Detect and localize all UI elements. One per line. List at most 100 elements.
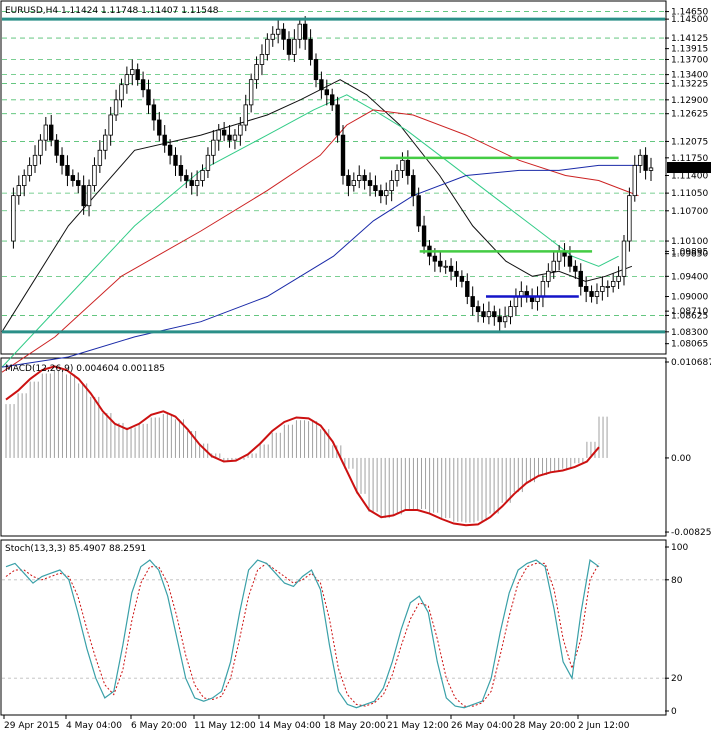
macd-tick-label: 0.010687 bbox=[671, 358, 711, 368]
candle-body bbox=[157, 119, 162, 136]
candle-body bbox=[173, 154, 178, 166]
candle-body bbox=[43, 124, 49, 141]
candle-body bbox=[459, 275, 465, 282]
stoch-axis: 100 80 20 0 bbox=[665, 543, 688, 717]
candle-body bbox=[76, 180, 81, 186]
candle-body bbox=[146, 89, 151, 106]
candle-body bbox=[346, 175, 351, 186]
eurusd-chart: 1.146501.145001.141251.139151.137001.134… bbox=[0, 0, 711, 731]
price-tick-label: 1.10100 bbox=[671, 237, 708, 247]
candle-body bbox=[546, 270, 551, 282]
candle-body bbox=[248, 79, 254, 106]
candle-body bbox=[605, 286, 610, 288]
candle-body bbox=[594, 291, 600, 297]
candle-body bbox=[389, 180, 394, 192]
candle-body bbox=[486, 311, 492, 318]
candle-body bbox=[616, 275, 621, 282]
candle-body bbox=[600, 286, 605, 292]
current-price-label: 1.11548 bbox=[670, 164, 707, 174]
price-tick-label: 1.08300 bbox=[671, 328, 708, 338]
candle-body bbox=[232, 134, 238, 141]
candle-body bbox=[124, 74, 130, 86]
macd-tick-label: 0.00 bbox=[671, 454, 691, 464]
candle-body bbox=[583, 286, 589, 292]
time-tick-label: 29 Apr 2015 bbox=[4, 721, 60, 731]
time-tick-label: 2 Jun 12:00 bbox=[578, 721, 630, 731]
price-tick-label: 1.09000 bbox=[671, 293, 708, 303]
candle-body bbox=[103, 134, 108, 151]
candle-body bbox=[648, 167, 654, 171]
price-tick-label: 1.13225 bbox=[671, 79, 708, 89]
candle-body bbox=[351, 180, 357, 186]
price-tick-label: 1.14500 bbox=[671, 15, 708, 25]
candle-body bbox=[448, 265, 454, 272]
candle-body bbox=[238, 124, 243, 136]
time-tick-label: 6 May 20:00 bbox=[131, 721, 187, 731]
candle-body bbox=[270, 33, 275, 40]
price-tick-label: 1.13915 bbox=[671, 45, 708, 55]
candle-body bbox=[167, 144, 173, 156]
stoch-title: Stoch(13,3,3) 85.4907 88.2591 bbox=[5, 544, 146, 554]
candle-body bbox=[184, 175, 189, 181]
candle-body bbox=[497, 316, 502, 323]
time-tick-label: 21 May 12:00 bbox=[387, 721, 449, 731]
candle-body bbox=[637, 154, 643, 166]
candle-body bbox=[216, 129, 221, 141]
candle-body bbox=[556, 250, 562, 262]
stoch-tick-label: 0 bbox=[671, 707, 677, 717]
candle-body bbox=[319, 79, 324, 91]
candle-body bbox=[335, 104, 340, 136]
candle-body bbox=[443, 265, 448, 268]
candle-body bbox=[502, 316, 508, 323]
candle-body bbox=[65, 164, 70, 176]
candle-body bbox=[108, 114, 113, 136]
candle-body bbox=[378, 190, 384, 197]
candle-body bbox=[540, 280, 546, 297]
candle-body bbox=[470, 296, 475, 308]
candle-body bbox=[27, 164, 32, 176]
price-panel-frame bbox=[0, 0, 667, 355]
stoch-tick-label: 80 bbox=[671, 576, 683, 586]
candle-body bbox=[357, 175, 362, 181]
candle-body bbox=[194, 180, 200, 186]
price-tick-label: 1.10700 bbox=[671, 207, 708, 217]
candle-body bbox=[475, 306, 481, 313]
time-tick-label: 14 May 04:00 bbox=[259, 721, 321, 731]
candle-body bbox=[11, 195, 16, 242]
candle-body bbox=[81, 185, 86, 207]
candle-body bbox=[49, 124, 54, 141]
candle-body bbox=[221, 129, 227, 136]
candle-body bbox=[400, 159, 405, 171]
candle-body bbox=[38, 139, 43, 156]
price-tick-label: 1.12625 bbox=[671, 110, 708, 120]
price-tick-label: 1.14125 bbox=[671, 34, 708, 44]
candle-body bbox=[632, 164, 637, 197]
price-tick-label: 1.08625 bbox=[671, 311, 708, 321]
candle-body bbox=[373, 185, 378, 192]
time-tick-label: 4 May 04:00 bbox=[66, 721, 122, 731]
candle-body bbox=[394, 170, 400, 181]
candle-body bbox=[292, 38, 297, 55]
price-tick-label: 1.09400 bbox=[671, 272, 708, 282]
candle-body bbox=[119, 84, 124, 101]
time-tick-label: 11 May 12:00 bbox=[194, 721, 256, 731]
macd-axis: 0.010687 0.00 -0.008254 bbox=[665, 358, 711, 538]
candle-body bbox=[16, 185, 22, 197]
time-axis: 29 Apr 2015 4 May 04:00 6 May 20:00 11 May … bbox=[3, 715, 630, 731]
price-tick-label: 1.11050 bbox=[671, 189, 708, 199]
candle-body bbox=[643, 154, 648, 171]
candle-body bbox=[227, 134, 232, 141]
candle-body bbox=[205, 154, 211, 171]
candle-body bbox=[330, 94, 335, 106]
candle-body bbox=[621, 240, 627, 277]
candle-body bbox=[297, 23, 302, 40]
candle-body bbox=[32, 154, 38, 166]
candle-body bbox=[113, 99, 119, 116]
candle-body bbox=[286, 38, 292, 55]
candle-body bbox=[578, 270, 583, 287]
candle-body bbox=[481, 311, 486, 318]
candle-body bbox=[454, 270, 459, 277]
candle-body bbox=[367, 180, 373, 186]
candle-body bbox=[281, 28, 286, 40]
time-tick-label: 18 May 20:00 bbox=[324, 721, 386, 731]
